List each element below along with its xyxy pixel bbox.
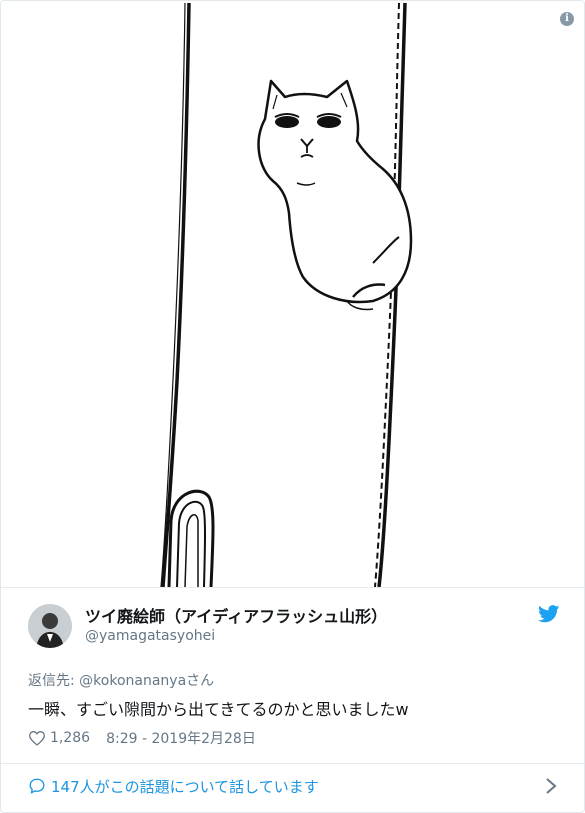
reply-prefix: 返信先: — [28, 673, 80, 689]
avatar[interactable] — [28, 604, 72, 648]
tweet-image[interactable]: i — [1, 1, 584, 587]
avatar-image — [28, 604, 72, 648]
heart-icon[interactable] — [28, 730, 46, 746]
reply-mention-link[interactable]: @kokonananya — [79, 673, 186, 689]
speech-bubble-icon — [29, 778, 45, 794]
reply-to-line: 返信先: @kokonananyaさん — [28, 670, 214, 690]
twitter-bird-icon[interactable] — [538, 605, 560, 623]
display-name[interactable]: ツイ廃絵師（アイディアフラッシュ山形） — [85, 603, 387, 627]
like-count[interactable]: 1,286 — [50, 730, 90, 746]
reply-suffix: さん — [186, 673, 215, 689]
tweet-meta: 1,286 8:29 - 2019年2月28日 — [28, 728, 256, 748]
cat-drawing — [160, 2, 413, 587]
tweet-text: 一瞬、すごい隙間から出てきてるのかと思いましたw — [28, 700, 409, 719]
tweet-card: i ツイ廃絵師（アイディアフラッシュ山形） @yamagatasyohei 返信… — [0, 0, 585, 813]
conversation-link[interactable]: 147人がこの話題について話しています — [1, 763, 584, 809]
conversation-label[interactable]: 147人がこの話題について話しています — [51, 776, 319, 797]
chevron-right-icon[interactable] — [545, 777, 557, 795]
media-divider — [1, 587, 584, 588]
timestamp[interactable]: 8:29 - 2019年2月28日 — [106, 728, 256, 748]
user-handle[interactable]: @yamagatasyohei — [85, 628, 215, 644]
info-icon[interactable]: i — [560, 12, 574, 26]
